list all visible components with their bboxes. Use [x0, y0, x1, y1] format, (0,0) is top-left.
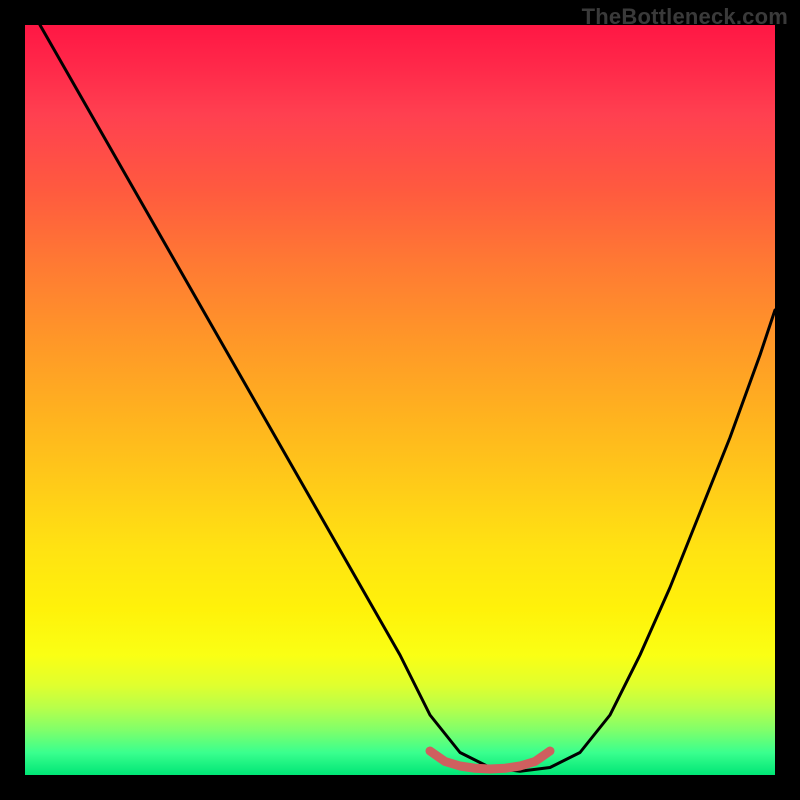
chart-svg — [25, 25, 775, 775]
optimal-range-marker — [430, 751, 550, 769]
chart-frame: TheBottleneck.com — [0, 0, 800, 800]
bottleneck-curve — [40, 25, 775, 771]
watermark-text: TheBottleneck.com — [582, 4, 788, 30]
